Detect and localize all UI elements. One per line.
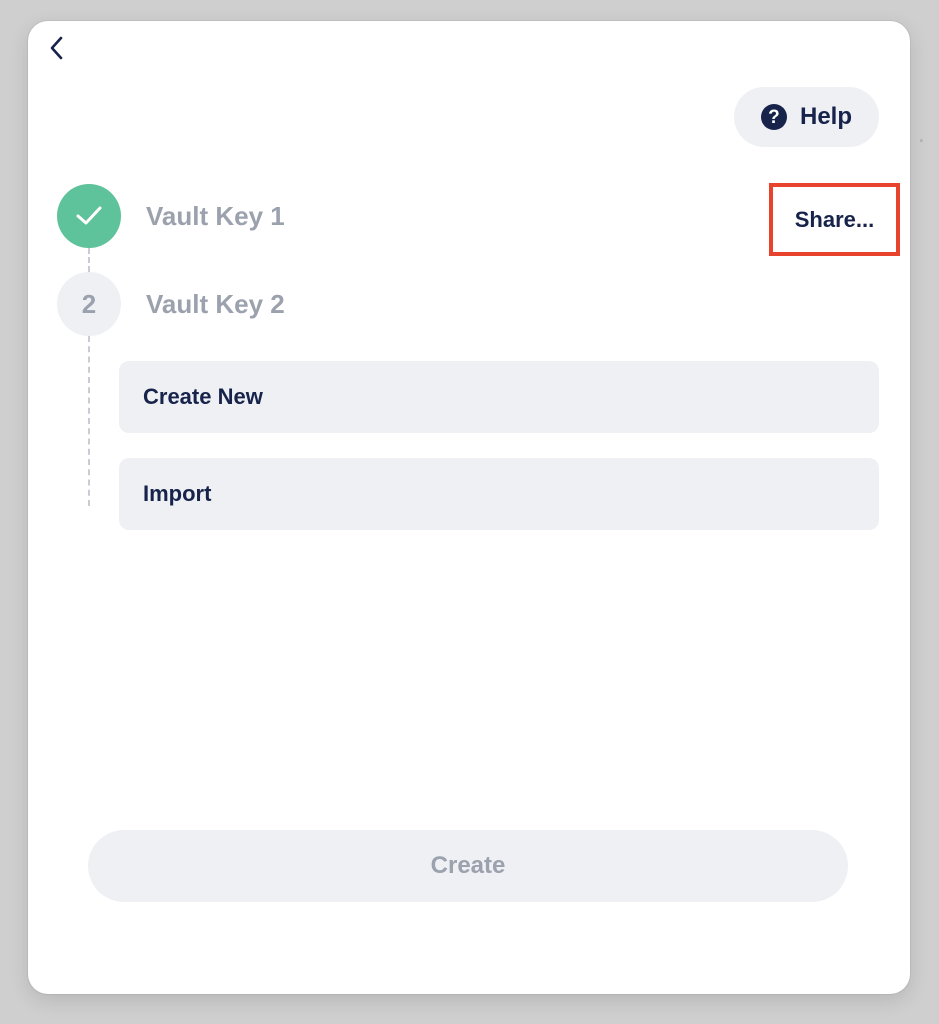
share-button[interactable]: Share... bbox=[773, 187, 896, 252]
step-2-number-indicator: 2 bbox=[57, 272, 121, 336]
step-connector bbox=[88, 336, 90, 506]
step-connector bbox=[88, 248, 90, 272]
create-button[interactable]: Create bbox=[88, 830, 848, 902]
create-new-button[interactable]: Create New bbox=[119, 361, 879, 433]
step-2-label: Vault Key 2 bbox=[146, 289, 285, 319]
chevron-left-icon bbox=[50, 36, 63, 60]
step-1-label: Vault Key 1 bbox=[146, 201, 285, 231]
import-button[interactable]: Import bbox=[119, 458, 879, 530]
step-1-complete-indicator bbox=[57, 184, 121, 248]
vault-key-setup-sheet: ? Help Vault Key 1 Share... 2 Vault Key … bbox=[28, 21, 910, 994]
back-button[interactable] bbox=[40, 31, 74, 65]
question-circle-icon: ? bbox=[760, 104, 787, 130]
help-button[interactable]: ? Help bbox=[734, 87, 879, 147]
help-label: Help bbox=[799, 103, 852, 130]
background-text-fragment: . bbox=[917, 118, 925, 148]
checkmark-icon bbox=[76, 206, 102, 225]
